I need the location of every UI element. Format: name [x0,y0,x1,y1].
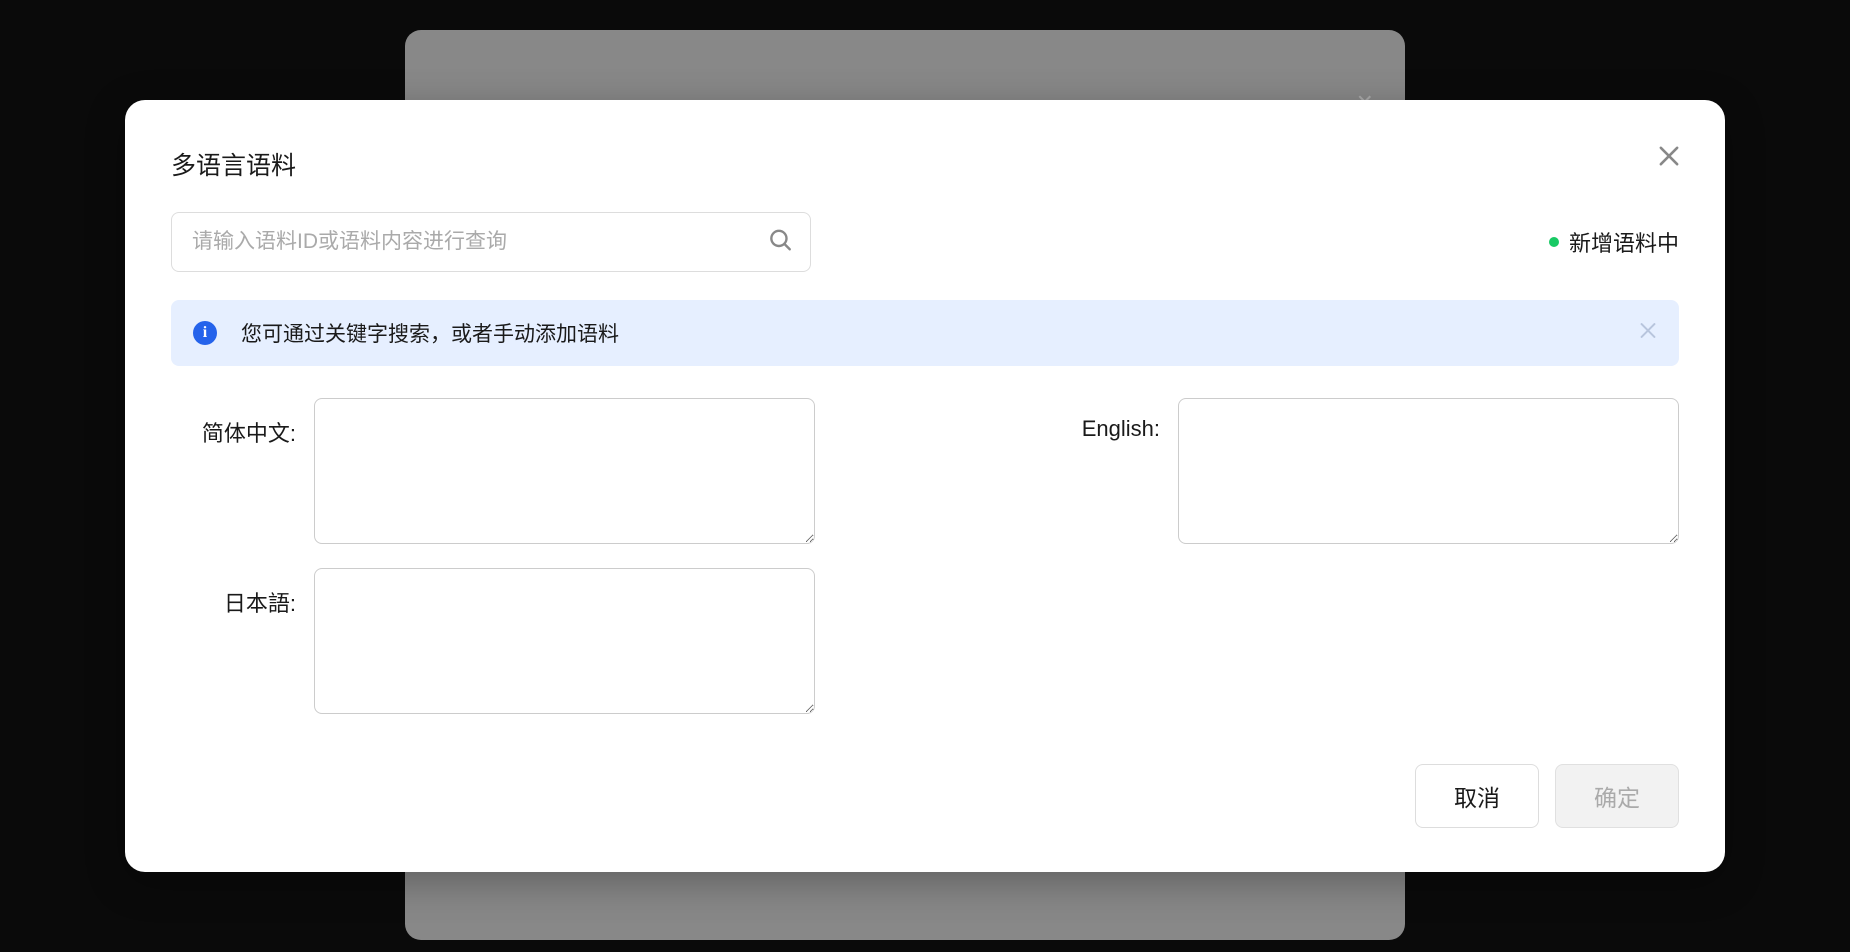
search-input-wrapper [171,212,811,272]
chinese-label: 简体中文: [171,398,296,448]
info-banner-close-button[interactable] [1637,320,1659,347]
japanese-label: 日本語: [171,568,296,618]
chinese-textarea[interactable] [314,398,815,544]
english-textarea[interactable] [1178,398,1679,544]
info-text: 您可通过关键字搜索，或者手动添加语料 [241,318,619,348]
modal-title: 多语言语料 [171,146,1679,182]
english-label: English: [1035,398,1160,442]
status-text: 新增语料中 [1569,226,1679,258]
japanese-textarea[interactable] [314,568,815,714]
confirm-button[interactable]: 确定 [1555,764,1679,828]
modal-overlay: 多语言语料 新增语料中 [0,0,1850,952]
close-button[interactable] [1655,142,1683,170]
cancel-button[interactable]: 取消 [1415,764,1539,828]
multilingual-corpus-modal: 多语言语料 新增语料中 [125,100,1725,872]
language-form: 简体中文: English: 日本語: [171,398,1679,714]
english-field: English: [1035,398,1679,544]
modal-footer: 取消 确定 [171,764,1679,828]
info-icon: i [193,321,217,345]
corpus-search-input[interactable] [171,212,811,272]
chinese-field: 简体中文: [171,398,815,544]
close-icon [1637,320,1659,342]
status-indicator: 新增语料中 [1549,226,1679,258]
japanese-field: 日本語: [171,568,815,714]
search-row: 新增语料中 [171,212,1679,272]
close-icon [1655,142,1683,170]
info-banner: i 您可通过关键字搜索，或者手动添加语料 [171,300,1679,366]
status-dot-icon [1549,237,1559,247]
